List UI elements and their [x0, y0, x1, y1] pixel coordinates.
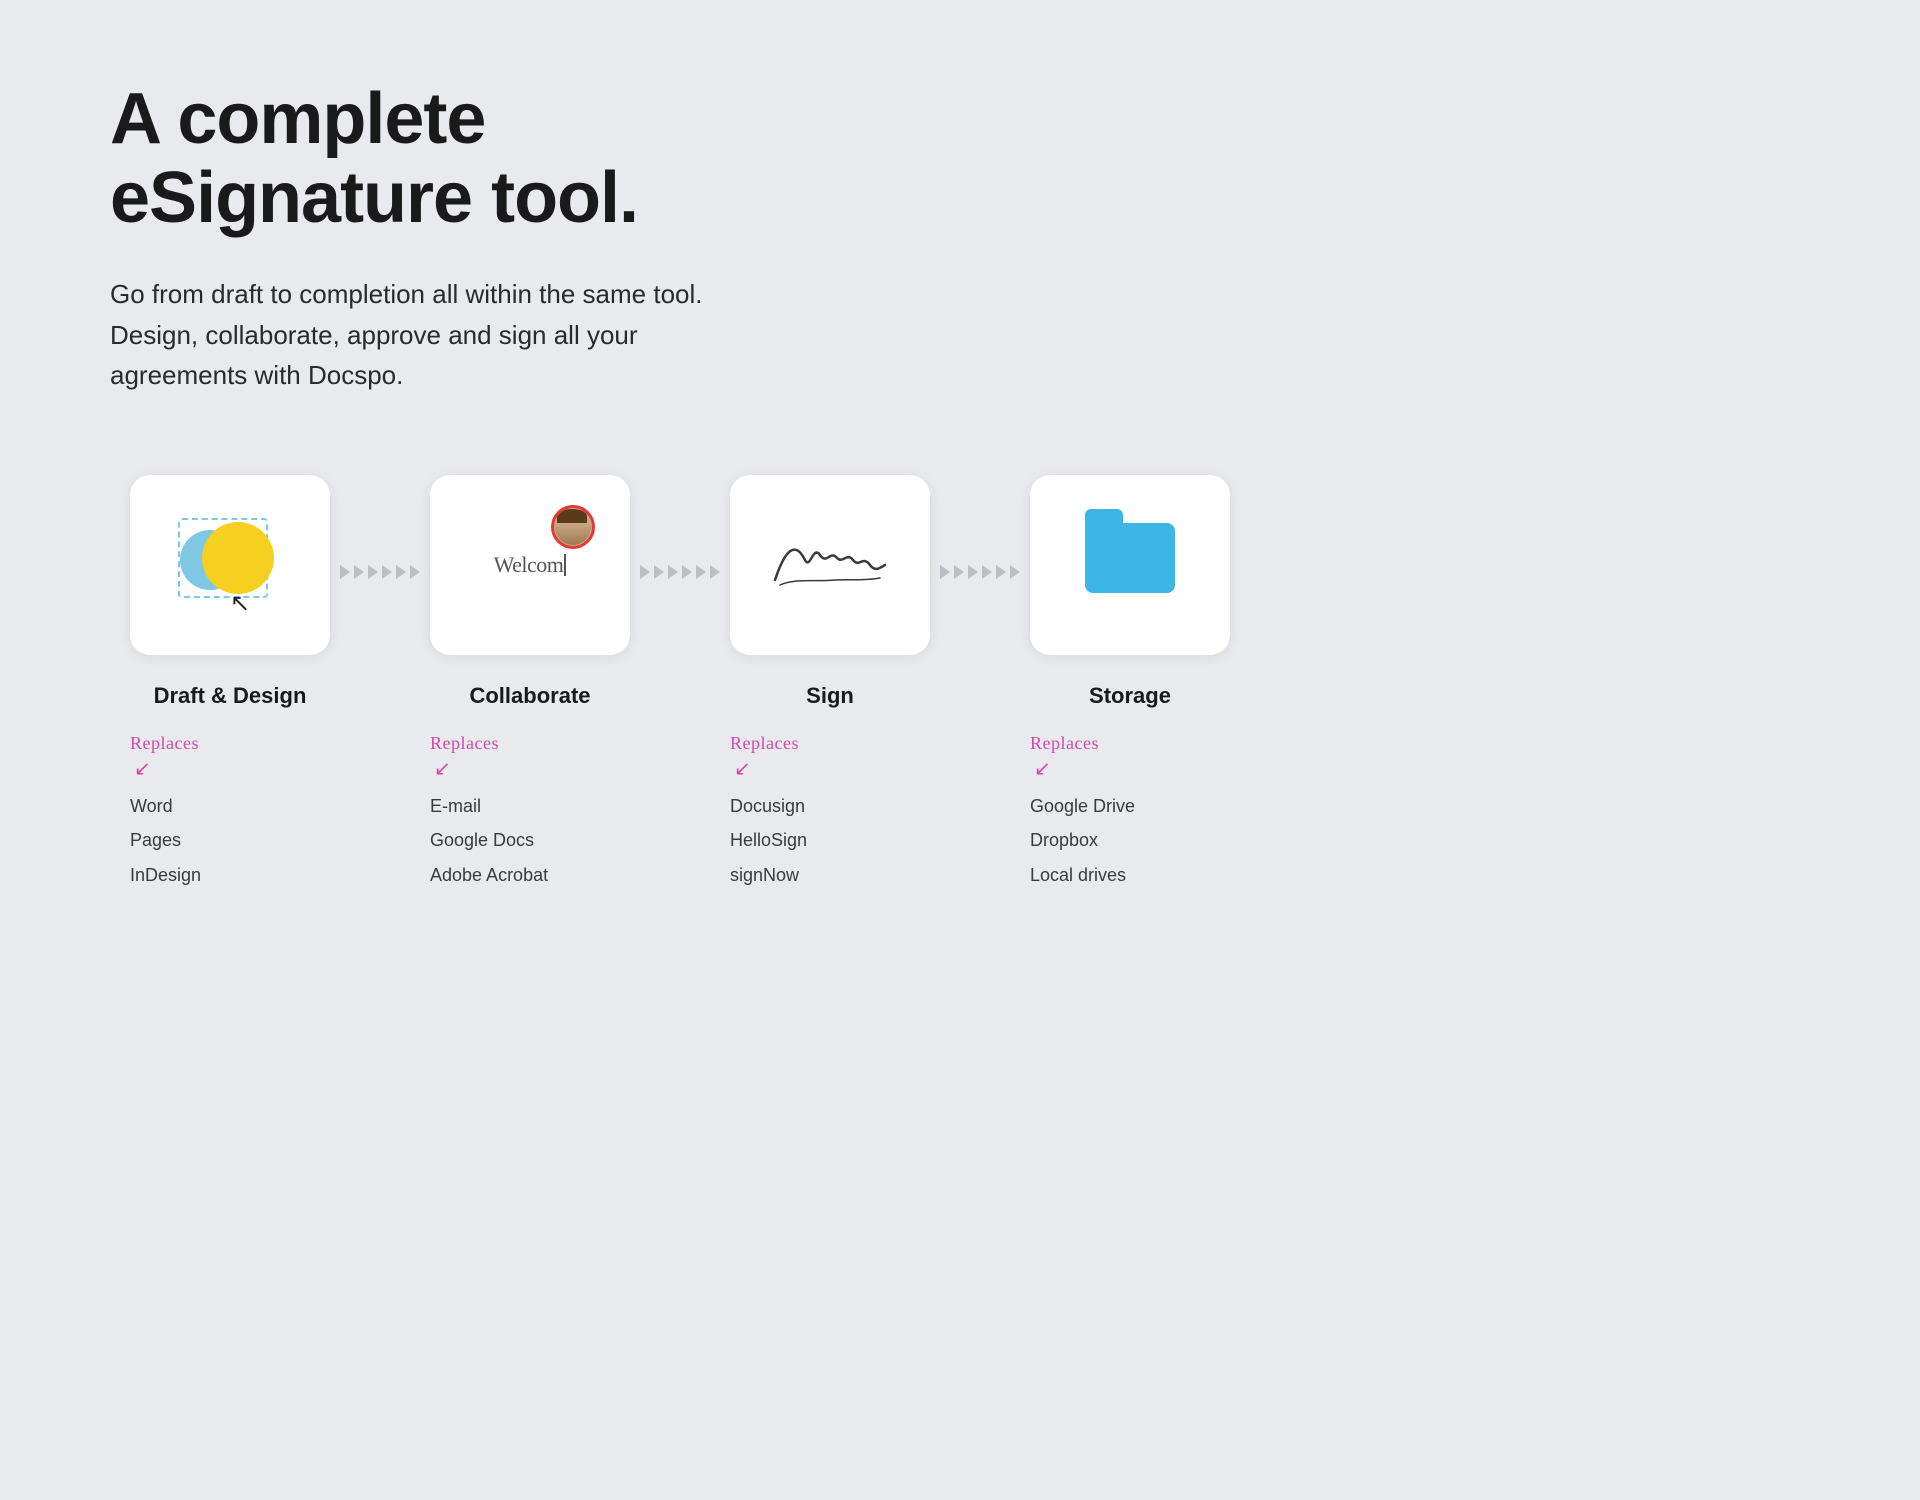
folder-body — [1085, 523, 1175, 593]
arrow-connector-2 — [640, 475, 720, 579]
list-item: Adobe Acrobat — [430, 858, 548, 892]
headline-line1: A complete — [110, 79, 485, 159]
list-item: Pages — [130, 823, 201, 857]
arrow-5 — [996, 565, 1006, 579]
collaborate-replaces-arrow: ↙ — [434, 756, 451, 781]
collaborate-replaces-label: Replaces — [430, 733, 499, 754]
collaborate-replaces: Replaces ↙ E-mail Google Docs Adobe Acro… — [410, 733, 650, 892]
draft-design-replaces-arrow: ↙ — [134, 756, 151, 781]
sign-replaces-list: Docusign HelloSign signNow — [730, 789, 807, 892]
folder-tab — [1085, 509, 1123, 523]
storage-illustration — [1085, 523, 1175, 607]
arrow-2 — [654, 565, 664, 579]
dd-cursor-icon: ↖ — [230, 589, 250, 618]
storage-title: Storage — [1089, 683, 1171, 709]
arrow-2 — [954, 565, 964, 579]
list-item: Google Docs — [430, 823, 548, 857]
avatar-face — [555, 509, 591, 545]
arrow-connector-1 — [340, 475, 420, 579]
arrow-3 — [368, 565, 378, 579]
avatar-hair — [557, 509, 587, 523]
arrows-row-1 — [340, 565, 420, 579]
storage-replaces-label: Replaces — [1030, 733, 1099, 754]
main-headline: A complete eSignature tool. — [110, 80, 1250, 238]
arrow-5 — [396, 565, 406, 579]
draft-design-title: Draft & Design — [154, 683, 307, 709]
storage-replaces-list: Google Drive Dropbox Local drives — [1030, 789, 1135, 892]
workflow-section: ↖ Draft & Design Replaces ↙ Word Pages I… — [110, 475, 1250, 892]
arrow-connector-3 — [940, 475, 1020, 579]
arrow-1 — [340, 565, 350, 579]
list-item: Docusign — [730, 789, 807, 823]
collaborate-icon-box: Welcom — [430, 475, 630, 655]
arrow-3 — [968, 565, 978, 579]
collaborate-title: Collaborate — [469, 683, 590, 709]
list-item: Local drives — [1030, 858, 1135, 892]
storage-icon-box — [1030, 475, 1230, 655]
page-container: A complete eSignature tool. Go from draf… — [0, 0, 1360, 992]
collab-welcome-text: Welcom — [494, 552, 567, 578]
draft-design-replaces-list: Word Pages InDesign — [130, 789, 201, 892]
arrow-2 — [354, 565, 364, 579]
arrow-1 — [940, 565, 950, 579]
arrow-4 — [682, 565, 692, 579]
arrow-3 — [668, 565, 678, 579]
list-item: Dropbox — [1030, 823, 1135, 857]
list-item: HelloSign — [730, 823, 807, 857]
step-collaborate: Welcom Collaborate Replaces ↙ E-mail Goo… — [410, 475, 650, 892]
sign-replaces-arrow: ↙ — [734, 756, 751, 781]
arrow-1 — [640, 565, 650, 579]
storage-replaces-arrow: ↙ — [1034, 756, 1051, 781]
arrows-row-3 — [940, 565, 1020, 579]
arrow-5 — [696, 565, 706, 579]
draft-design-replaces: Replaces ↙ Word Pages InDesign — [110, 733, 350, 892]
list-item: E-mail — [430, 789, 548, 823]
arrows-row-2 — [640, 565, 720, 579]
collab-cursor — [564, 554, 566, 576]
collaborate-replaces-list: E-mail Google Docs Adobe Acrobat — [430, 789, 548, 892]
draft-design-icon-box: ↖ — [130, 475, 330, 655]
dd-yellow-circle — [202, 522, 274, 594]
storage-replaces: Replaces ↙ Google Drive Dropbox Local dr… — [1010, 733, 1250, 892]
arrow-4 — [382, 565, 392, 579]
collaborate-illustration: Welcom — [470, 515, 590, 615]
sign-replaces: Replaces ↙ Docusign HelloSign signNow — [710, 733, 950, 892]
list-item: Google Drive — [1030, 789, 1135, 823]
step-draft-design: ↖ Draft & Design Replaces ↙ Word Pages I… — [110, 475, 350, 892]
collab-avatar — [551, 505, 595, 549]
list-item: InDesign — [130, 858, 201, 892]
sign-title: Sign — [806, 683, 854, 709]
step-storage: Storage Replaces ↙ Google Drive Dropbox … — [1010, 475, 1250, 892]
step-sign: Sign Replaces ↙ Docusign HelloSign signN… — [710, 475, 950, 892]
subtitle-text: Go from draft to completion all within t… — [110, 274, 750, 395]
draft-design-illustration: ↖ — [170, 510, 290, 620]
sign-illustration — [765, 530, 895, 600]
signature-svg — [765, 530, 895, 600]
draft-design-replaces-label: Replaces — [130, 733, 199, 754]
arrow-4 — [982, 565, 992, 579]
headline-line2: eSignature tool. — [110, 158, 638, 238]
sign-replaces-label: Replaces — [730, 733, 799, 754]
list-item: Word — [130, 789, 201, 823]
sign-icon-box — [730, 475, 930, 655]
list-item: signNow — [730, 858, 807, 892]
